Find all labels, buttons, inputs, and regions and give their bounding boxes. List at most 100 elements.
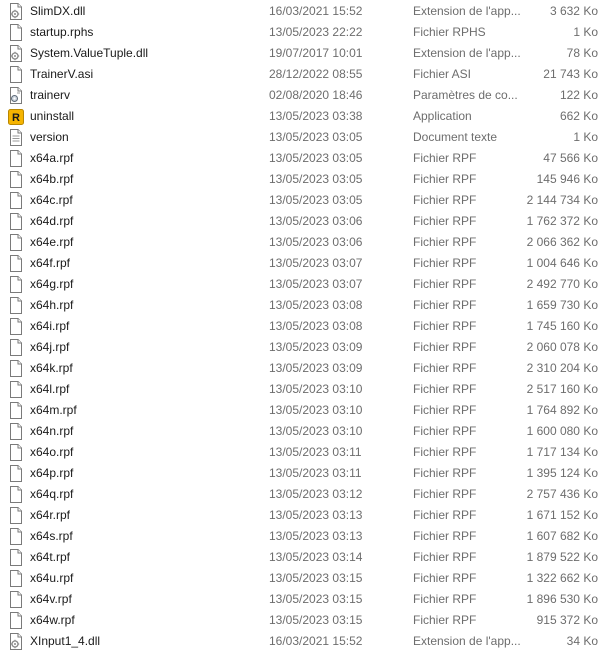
file-row[interactable]: x64u.rpf 13/05/2023 03:15 Fichier RPF 1 322… — [0, 568, 604, 589]
file-name: SlimDX.dll — [30, 4, 86, 18]
file-size: 2 060 078 Ko — [526, 340, 598, 354]
file-type: Fichier RPF — [413, 340, 477, 354]
file-row[interactable]: x64n.rpf 13/05/2023 03:10 Fichier RPF 1 600… — [0, 421, 604, 442]
file-row[interactable]: x64w.rpf 13/05/2023 03:15 Fichier RPF 915 3… — [0, 610, 604, 631]
blank-file-icon — [9, 486, 23, 503]
file-modified-date: 02/08/2020 18:46 — [269, 88, 363, 102]
file-row[interactable]: x64q.rpf 13/05/2023 03:12 Fichier RPF 2 757… — [0, 484, 604, 505]
blank-file-icon — [9, 339, 23, 356]
file-type: Fichier RPF — [413, 256, 477, 270]
file-row[interactable]: System.ValueTuple.dll 19/07/2017 10:01 Ext… — [0, 43, 604, 64]
file-row[interactable]: x64g.rpf 13/05/2023 03:07 Fichier RPF 2 492… — [0, 274, 604, 295]
file-row[interactable]: x64s.rpf 13/05/2023 03:13 Fichier RPF 1 607… — [0, 526, 604, 547]
file-modified-date: 13/05/2023 03:15 — [269, 613, 363, 627]
file-size: 78 Ko — [566, 46, 598, 60]
file-size: 34 Ko — [566, 634, 598, 648]
file-row[interactable]: x64h.rpf 13/05/2023 03:08 Fichier RPF 1 659… — [0, 295, 604, 316]
file-modified-date: 13/05/2023 03:38 — [269, 109, 363, 123]
dll-file-icon — [9, 45, 23, 62]
blank-file-icon — [9, 465, 23, 482]
dll-file-icon — [9, 633, 23, 650]
file-name: x64r.rpf — [30, 508, 71, 522]
file-row[interactable]: version 13/05/2023 03:05 Document texte 1 K… — [0, 127, 604, 148]
file-row[interactable]: x64k.rpf 13/05/2023 03:09 Fichier RPF 2 310… — [0, 358, 604, 379]
file-type: Fichier RPF — [413, 172, 477, 186]
file-type: Fichier RPF — [413, 508, 477, 522]
blank-file-icon — [9, 318, 23, 335]
blank-file-icon — [9, 213, 23, 230]
blank-file-icon — [9, 591, 23, 608]
blank-file-icon — [9, 528, 23, 545]
svg-text:R: R — [12, 112, 20, 124]
file-row[interactable]: x64t.rpf 13/05/2023 03:14 Fichier RPF 1 879… — [0, 547, 604, 568]
file-type: Fichier RPF — [413, 550, 477, 564]
file-type: Application — [413, 109, 472, 123]
file-name: x64p.rpf — [30, 466, 74, 480]
blank-file-icon — [9, 297, 23, 314]
file-size: 1 600 080 Ko — [526, 424, 598, 438]
file-size: 1 762 372 Ko — [526, 214, 598, 228]
file-row[interactable]: x64j.rpf 13/05/2023 03:09 Fichier RPF 2 060… — [0, 337, 604, 358]
file-name: x64j.rpf — [30, 340, 70, 354]
file-size: 915 372 Ko — [536, 613, 598, 627]
file-type: Fichier RPF — [413, 613, 477, 627]
file-type: Fichier RPF — [413, 151, 477, 165]
file-name: x64f.rpf — [30, 256, 71, 270]
blank-file-icon — [9, 360, 23, 377]
file-row[interactable]: TrainerV.asi 28/12/2022 08:55 Fichier ASI 2… — [0, 64, 604, 85]
file-row[interactable]: SlimDX.dll 16/03/2021 15:52 Extension de l… — [0, 1, 604, 22]
file-row[interactable]: x64m.rpf 13/05/2023 03:10 Fichier RPF 1 764… — [0, 400, 604, 421]
file-modified-date: 13/05/2023 03:06 — [269, 214, 363, 228]
file-modified-date: 13/05/2023 03:07 — [269, 277, 363, 291]
file-type: Fichier RPF — [413, 382, 477, 396]
file-modified-date: 13/05/2023 03:14 — [269, 550, 363, 564]
file-modified-date: 13/05/2023 03:13 — [269, 529, 363, 543]
file-name: x64e.rpf — [30, 235, 74, 249]
file-type: Extension de l'app... — [413, 634, 521, 648]
file-size: 122 Ko — [559, 88, 598, 102]
file-row[interactable]: x64f.rpf 13/05/2023 03:07 Fichier RPF 1 004… — [0, 253, 604, 274]
file-row[interactable]: Runinstall 13/05/2023 03:38 Application 662… — [0, 106, 604, 127]
file-type: Extension de l'app... — [413, 4, 521, 18]
file-row[interactable]: x64e.rpf 13/05/2023 03:06 Fichier RPF 2 066… — [0, 232, 604, 253]
blank-file-icon — [9, 423, 23, 440]
file-size: 1 879 522 Ko — [526, 550, 598, 564]
file-row[interactable]: x64v.rpf 13/05/2023 03:15 Fichier RPF 1 896… — [0, 589, 604, 610]
file-row[interactable]: x64i.rpf 13/05/2023 03:08 Fichier RPF 1 745… — [0, 316, 604, 337]
file-name: x64h.rpf — [30, 298, 74, 312]
blank-file-icon — [9, 570, 23, 587]
file-type: Fichier ASI — [413, 67, 472, 81]
file-modified-date: 13/05/2023 03:05 — [269, 172, 363, 186]
file-name: x64b.rpf — [30, 172, 74, 186]
file-row[interactable]: XInput1_4.dll 16/03/2021 15:52 Extension d… — [0, 631, 604, 652]
file-size: 2 517 160 Ko — [526, 382, 598, 396]
file-type: Fichier RPF — [413, 529, 477, 543]
blank-file-icon — [9, 234, 23, 251]
file-modified-date: 13/05/2023 03:06 — [269, 235, 363, 249]
file-name: version — [30, 130, 69, 144]
blank-file-icon — [9, 66, 23, 83]
file-row[interactable]: x64r.rpf 13/05/2023 03:13 Fichier RPF 1 671… — [0, 505, 604, 526]
file-modified-date: 16/03/2021 15:52 — [269, 634, 363, 648]
file-row[interactable]: x64a.rpf 13/05/2023 03:05 Fichier RPF 47 56… — [0, 148, 604, 169]
file-type: Fichier RPF — [413, 193, 477, 207]
file-modified-date: 13/05/2023 03:12 — [269, 487, 363, 501]
file-row[interactable]: x64l.rpf 13/05/2023 03:10 Fichier RPF 2 517… — [0, 379, 604, 400]
blank-file-icon — [9, 549, 23, 566]
file-modified-date: 13/05/2023 03:09 — [269, 361, 363, 375]
file-row[interactable]: x64d.rpf 13/05/2023 03:06 Fichier RPF 1 762… — [0, 211, 604, 232]
file-size: 2 310 204 Ko — [526, 361, 598, 375]
file-row[interactable]: trainerv 02/08/2020 18:46 Paramètres de co… — [0, 85, 604, 106]
blank-file-icon — [9, 276, 23, 293]
file-row[interactable]: x64c.rpf 13/05/2023 03:05 Fichier RPF 2 144… — [0, 190, 604, 211]
file-size: 1 395 124 Ko — [526, 466, 598, 480]
file-modified-date: 13/05/2023 03:10 — [269, 382, 363, 396]
file-row[interactable]: startup.rphs 13/05/2023 22:22 Fichier RPHS… — [0, 22, 604, 43]
file-row[interactable]: x64p.rpf 13/05/2023 03:11 Fichier RPF 1 395… — [0, 463, 604, 484]
file-type: Fichier RPF — [413, 403, 477, 417]
file-modified-date: 13/05/2023 03:05 — [269, 193, 363, 207]
file-row[interactable]: x64o.rpf 13/05/2023 03:11 Fichier RPF 1 717… — [0, 442, 604, 463]
file-row[interactable]: x64b.rpf 13/05/2023 03:05 Fichier RPF 145 9… — [0, 169, 604, 190]
file-size: 662 Ko — [559, 109, 598, 123]
file-size: 2 492 770 Ko — [526, 277, 598, 291]
